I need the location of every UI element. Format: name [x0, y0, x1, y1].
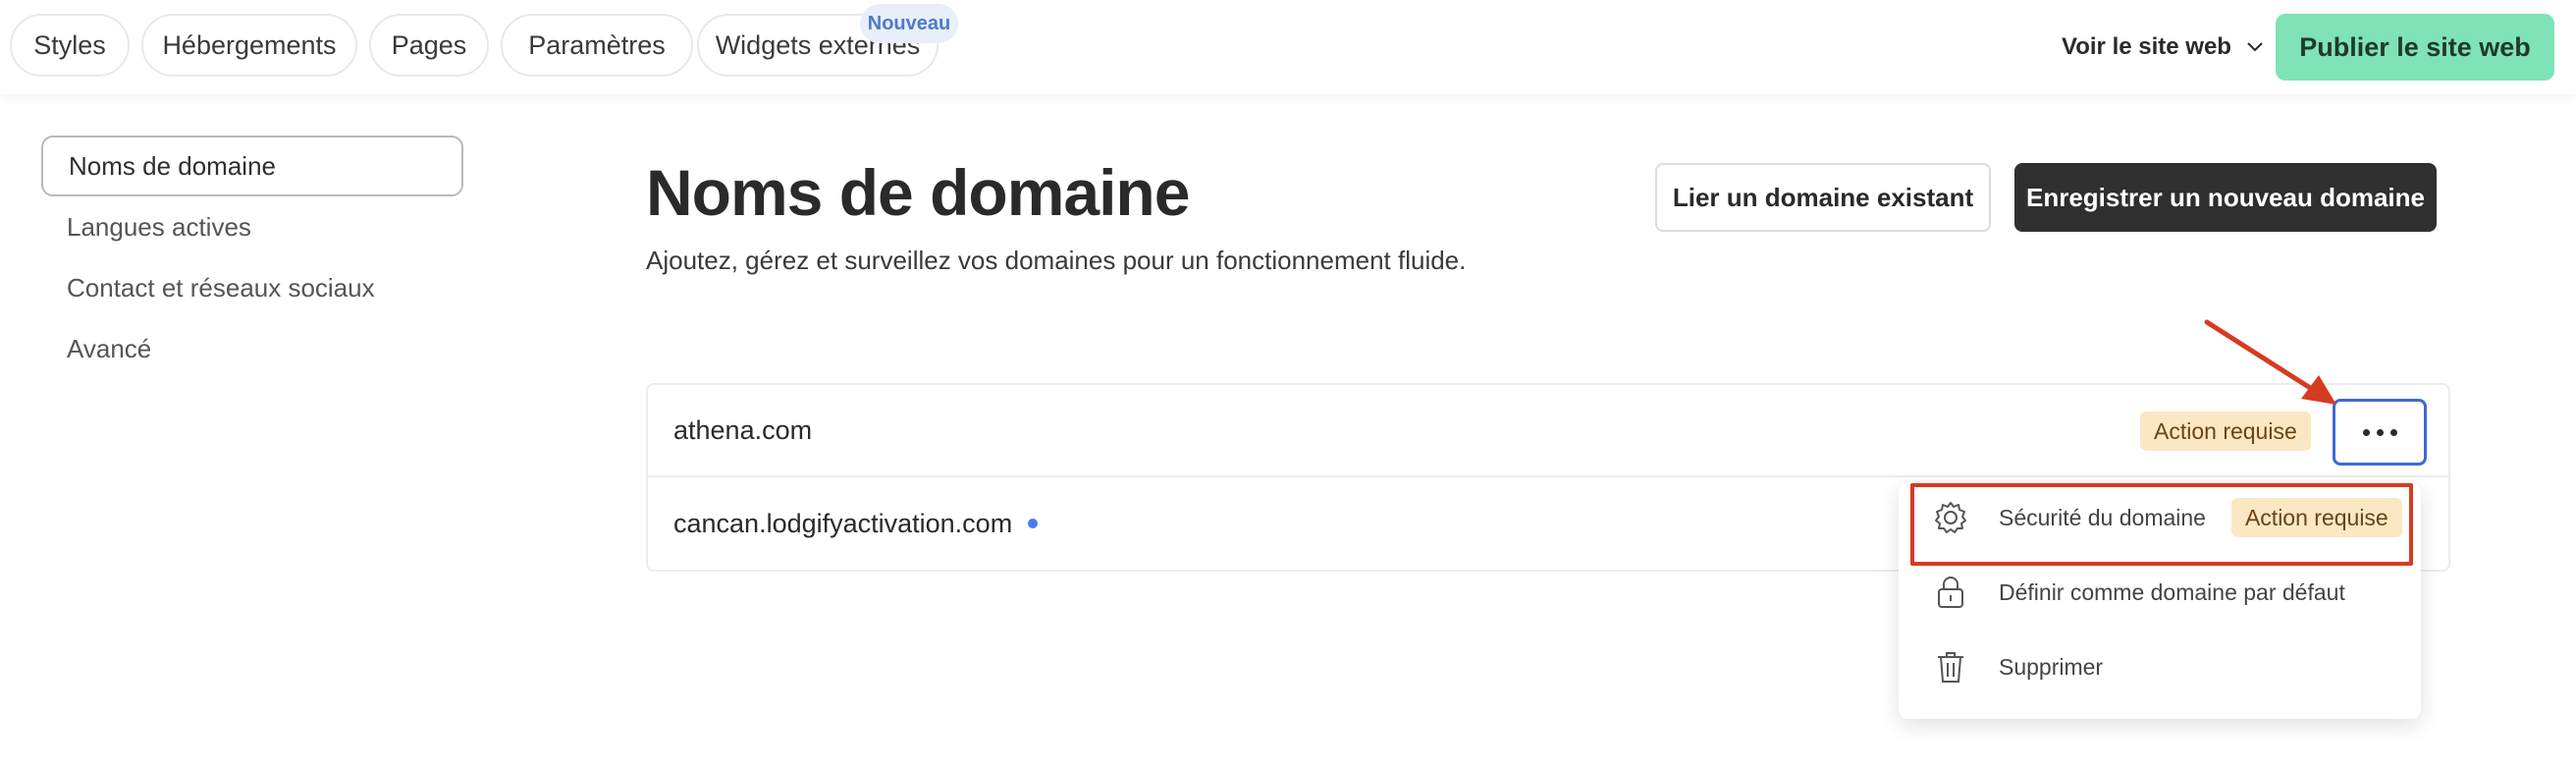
- link-existing-domain-button[interactable]: Lier un domaine existant: [1655, 163, 1991, 232]
- register-new-domain-button[interactable]: Enregistrer un nouveau domaine: [2014, 163, 2437, 232]
- sidebar-item-advanced[interactable]: Avancé: [41, 318, 463, 379]
- tab-parametres[interactable]: Paramètres: [501, 14, 693, 77]
- menu-item-delete[interactable]: Supprimer: [1899, 632, 2421, 701]
- top-navigation-bar: Styles Hébergements Pages Paramètres Wid…: [0, 0, 2576, 94]
- sidebar-item-domain-names[interactable]: Noms de domaine: [41, 136, 463, 196]
- sidebar-item-active-languages[interactable]: Langues actives: [41, 196, 463, 257]
- annotation-arrow-icon: [2204, 319, 2336, 405]
- view-site-label: Voir le site web: [2062, 33, 2231, 60]
- action-required-badge: Action requise: [2140, 412, 2311, 451]
- domain-row[interactable]: athena.com Action requise: [648, 385, 2448, 477]
- status-dot-icon: [1028, 519, 1039, 528]
- page-subtitle: Ajoutez, gérez et surveillez vos domaine…: [646, 246, 1467, 275]
- dot: [2362, 428, 2370, 436]
- tab-pages[interactable]: Pages: [369, 14, 489, 77]
- menu-item-set-default-domain[interactable]: Définir comme domaine par défaut: [1899, 558, 2421, 627]
- tab-hebergements[interactable]: Hébergements: [141, 14, 357, 77]
- trash-icon: [1932, 648, 1969, 686]
- chevron-down-icon: [2247, 42, 2263, 52]
- view-site-dropdown[interactable]: Voir le site web: [2062, 29, 2265, 65]
- menu-item-label: Définir comme domaine par défaut: [1999, 578, 2345, 605]
- annotation-highlight-box: [1910, 483, 2413, 566]
- lock-icon: [1932, 574, 1969, 611]
- tab-styles[interactable]: Styles: [10, 14, 130, 77]
- domain-name: cancan.lodgifyactivation.com: [673, 508, 1013, 538]
- page-title: Noms de domaine: [646, 156, 1190, 229]
- dot: [2389, 428, 2397, 436]
- more-options-button[interactable]: [2333, 399, 2427, 466]
- publish-website-button[interactable]: Publier le site web: [2276, 14, 2554, 81]
- new-badge: Nouveau: [860, 4, 958, 43]
- domain-name: athena.com: [673, 414, 813, 445]
- dot: [2376, 428, 2384, 436]
- menu-item-label: Supprimer: [1999, 653, 2104, 680]
- sidebar-item-contact-social[interactable]: Contact et réseaux sociaux: [41, 257, 463, 318]
